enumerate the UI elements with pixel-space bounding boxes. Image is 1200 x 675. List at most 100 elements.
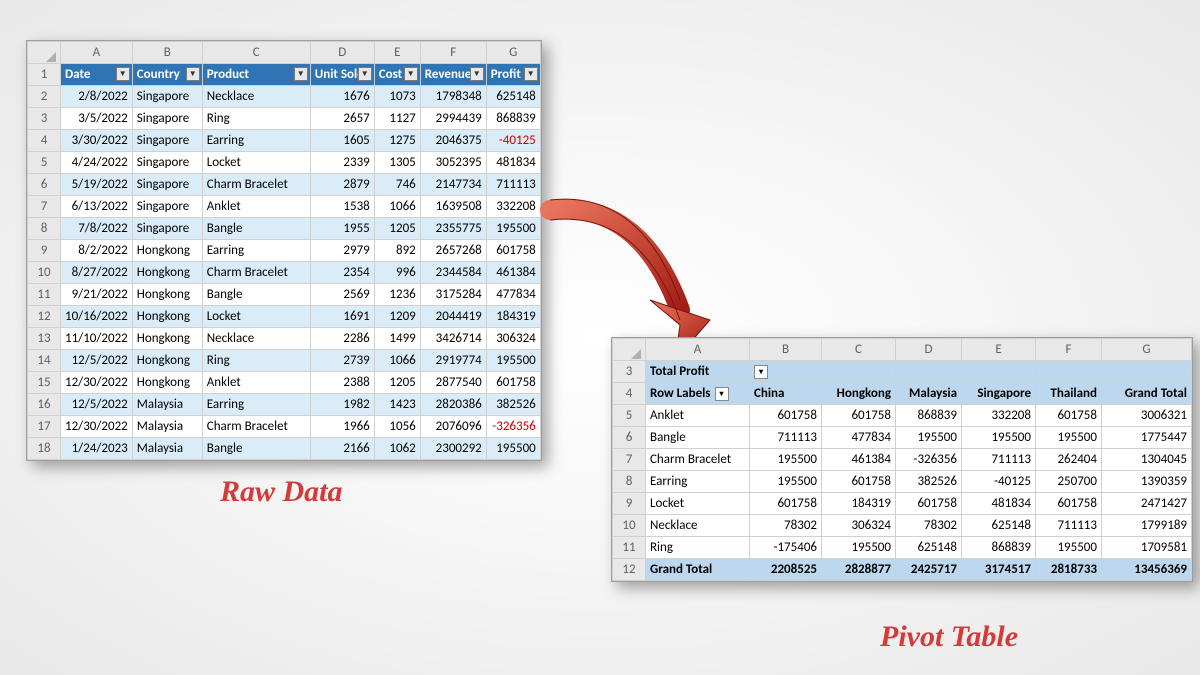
cell[interactable]: Charm Bracelet bbox=[202, 174, 310, 196]
cell[interactable]: 2286 bbox=[310, 328, 374, 350]
filter-dropdown-icon[interactable]: ▼ bbox=[524, 67, 538, 81]
row-header[interactable]: 13 bbox=[28, 328, 61, 350]
cell[interactable]: 306324 bbox=[486, 328, 540, 350]
cell[interactable]: 2344584 bbox=[420, 262, 486, 284]
pivot-row-label[interactable]: Anklet bbox=[646, 405, 750, 427]
cell[interactable]: 2354 bbox=[310, 262, 374, 284]
cell[interactable]: 868839 bbox=[896, 405, 962, 427]
cell[interactable]: Anklet bbox=[202, 372, 310, 394]
pivot-column-label[interactable]: Hongkong bbox=[822, 383, 896, 405]
select-all-corner[interactable] bbox=[28, 42, 61, 64]
cell[interactable]: 1066 bbox=[374, 350, 420, 372]
cell[interactable]: 1775447 bbox=[1102, 427, 1192, 449]
cell[interactable]: Necklace bbox=[202, 328, 310, 350]
cell[interactable]: 477834 bbox=[486, 284, 540, 306]
cell[interactable]: -326356 bbox=[486, 416, 540, 438]
cell[interactable]: 2/8/2022 bbox=[61, 86, 133, 108]
cell[interactable]: 78302 bbox=[896, 515, 962, 537]
cell[interactable]: 461384 bbox=[822, 449, 896, 471]
pivot-column-label[interactable]: Singapore bbox=[962, 383, 1036, 405]
row-header[interactable]: 12 bbox=[613, 559, 646, 581]
grand-total-cell[interactable]: 3174517 bbox=[962, 559, 1036, 581]
cell[interactable]: 711113 bbox=[486, 174, 540, 196]
pivot-column-label[interactable]: Thailand bbox=[1036, 383, 1102, 405]
cell[interactable]: 195500 bbox=[750, 471, 822, 493]
cell[interactable]: 2044419 bbox=[420, 306, 486, 328]
select-all-corner[interactable] bbox=[613, 339, 646, 361]
dropdown-icon[interactable]: ▾ bbox=[715, 387, 729, 401]
row-header[interactable]: 9 bbox=[613, 493, 646, 515]
cell[interactable]: -175406 bbox=[750, 537, 822, 559]
cell[interactable]: 601758 bbox=[822, 405, 896, 427]
pivot-title-cell[interactable]: Total Profit bbox=[646, 361, 750, 383]
cell[interactable]: Anklet bbox=[202, 196, 310, 218]
cell[interactable]: Hongkong bbox=[132, 350, 202, 372]
cell[interactable]: 2147734 bbox=[420, 174, 486, 196]
cell[interactable]: Charm Bracelet bbox=[202, 416, 310, 438]
cell[interactable]: 195500 bbox=[486, 218, 540, 240]
cell[interactable]: 2979 bbox=[310, 240, 374, 262]
row-header[interactable]: 7 bbox=[28, 196, 61, 218]
cell[interactable]: 10/16/2022 bbox=[61, 306, 133, 328]
cell[interactable]: Earring bbox=[202, 240, 310, 262]
cell[interactable]: 1056 bbox=[374, 416, 420, 438]
pivot-row-label[interactable]: Bangle bbox=[646, 427, 750, 449]
cell[interactable]: 601758 bbox=[896, 493, 962, 515]
cell[interactable]: 3175284 bbox=[420, 284, 486, 306]
cell[interactable]: 3006321 bbox=[1102, 405, 1192, 427]
cell[interactable]: 601758 bbox=[822, 471, 896, 493]
cell[interactable]: 477834 bbox=[822, 427, 896, 449]
cell[interactable]: 625148 bbox=[896, 537, 962, 559]
cell[interactable]: 1676 bbox=[310, 86, 374, 108]
cell[interactable]: Malaysia bbox=[132, 438, 202, 460]
grand-total-cell[interactable]: 2828877 bbox=[822, 559, 896, 581]
row-header[interactable]: 6 bbox=[28, 174, 61, 196]
cell[interactable]: 3/30/2022 bbox=[61, 130, 133, 152]
row-header[interactable]: 1 bbox=[28, 64, 61, 86]
cell[interactable]: 1066 bbox=[374, 196, 420, 218]
pivot-column-dropdown[interactable]: ▾ bbox=[750, 361, 822, 383]
column-header[interactable]: G bbox=[486, 42, 540, 64]
cell[interactable]: Hongkong bbox=[132, 328, 202, 350]
cell[interactable]: Singapore bbox=[132, 86, 202, 108]
row-header[interactable]: 5 bbox=[28, 152, 61, 174]
cell[interactable]: Necklace bbox=[202, 86, 310, 108]
cell[interactable]: Bangle bbox=[202, 218, 310, 240]
cell[interactable]: 1390359 bbox=[1102, 471, 1192, 493]
column-header[interactable]: A bbox=[646, 339, 750, 361]
cell[interactable]: Charm Bracelet bbox=[202, 262, 310, 284]
filter-dropdown-icon[interactable]: ▼ bbox=[186, 67, 200, 81]
cell[interactable]: 601758 bbox=[750, 493, 822, 515]
filter-dropdown-icon[interactable]: ▼ bbox=[404, 67, 418, 81]
cell[interactable]: 2076096 bbox=[420, 416, 486, 438]
cell[interactable]: -40125 bbox=[486, 130, 540, 152]
cell[interactable]: 711113 bbox=[1036, 515, 1102, 537]
row-header[interactable]: 11 bbox=[28, 284, 61, 306]
cell[interactable]: 12/5/2022 bbox=[61, 394, 133, 416]
cell[interactable]: 711113 bbox=[750, 427, 822, 449]
cell[interactable]: Singapore bbox=[132, 130, 202, 152]
cell[interactable]: 1639508 bbox=[420, 196, 486, 218]
row-header[interactable]: 3 bbox=[28, 108, 61, 130]
cell[interactable]: 12/30/2022 bbox=[61, 372, 133, 394]
cell[interactable]: 3426714 bbox=[420, 328, 486, 350]
row-header[interactable]: 2 bbox=[28, 86, 61, 108]
cell[interactable]: 1/24/2023 bbox=[61, 438, 133, 460]
cell[interactable]: Hongkong bbox=[132, 262, 202, 284]
cell[interactable]: 601758 bbox=[486, 240, 540, 262]
cell[interactable]: 711113 bbox=[962, 449, 1036, 471]
cell[interactable]: Bangle bbox=[202, 438, 310, 460]
cell[interactable]: 195500 bbox=[896, 427, 962, 449]
filter-dropdown-icon[interactable]: ▼ bbox=[116, 67, 130, 81]
cell[interactable]: 1205 bbox=[374, 372, 420, 394]
table-header-cell[interactable]: Unit Sold▼ bbox=[310, 64, 374, 86]
cell[interactable]: Singapore bbox=[132, 174, 202, 196]
grand-total-cell[interactable]: 2818733 bbox=[1036, 559, 1102, 581]
cell[interactable]: 2300292 bbox=[420, 438, 486, 460]
pivot-column-label[interactable]: China bbox=[750, 383, 822, 405]
row-header[interactable]: 6 bbox=[613, 427, 646, 449]
row-header[interactable]: 16 bbox=[28, 394, 61, 416]
cell[interactable]: 2994439 bbox=[420, 108, 486, 130]
cell[interactable]: 1305 bbox=[374, 152, 420, 174]
cell[interactable]: 601758 bbox=[1036, 405, 1102, 427]
